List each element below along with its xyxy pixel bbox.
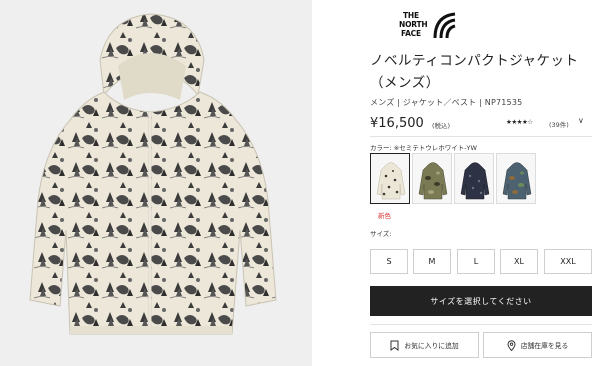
logo-text-line-3: FACE [401,29,421,38]
jacket-thumbnail-icon [497,154,535,203]
new-color-badge: 新色 [378,212,391,220]
product-title-line-2: （メンズ） [370,75,440,91]
size-option-l[interactable]: L [457,249,495,274]
color-swatch-olive-camo[interactable] [412,153,452,204]
bookmark-icon [390,340,399,351]
divider [370,324,592,325]
logo-text-line-1: THE [403,11,419,20]
rating-count[interactable]: (39件) [549,119,569,129]
product-title-line-1: ノベルティコンパクトジャケット [370,53,579,69]
brand-logo[interactable]: THE NORTH FACE [395,8,457,44]
add-to-favorites-button[interactable]: お気に入りに追加 [370,332,479,358]
product-breadcrumb: メンズ | ジャケット／ベスト | NP71535 [370,98,523,107]
location-pin-icon [507,339,516,351]
add-to-favorites-label: お気に入りに追加 [404,342,459,350]
product-title: ノベルティコンパクトジャケット （メンズ） [370,50,592,94]
rating-stars-icon[interactable]: ★★★★☆ [506,118,533,126]
size-option-xl[interactable]: XL [500,249,538,274]
jacket-thumbnail-icon [455,154,493,203]
store-stock-label: 店舗在庫を見る [520,342,569,350]
jacket-illustration [29,13,277,335]
product-price: ¥16,500 [370,116,424,131]
chevron-down-icon[interactable]: ∨ [578,116,584,125]
size-option-s[interactable]: S [370,249,408,274]
jacket-thumbnail-icon [413,154,451,203]
color-swatch-navy-print[interactable] [454,153,494,204]
product-image[interactable] [0,0,312,366]
jacket-thumbnail-icon [371,154,409,203]
logo-text-line-2: NORTH [399,20,428,29]
size-label: サイズ: [370,230,392,238]
size-option-m[interactable]: M [413,249,451,274]
color-swatch-white-print[interactable] [370,153,410,204]
select-size-button[interactable]: サイズを選択してください [370,286,592,316]
price-tax-label: (税込) [432,122,451,130]
color-label: カラー: ※セミテトウレホワイト-YW [370,144,477,152]
color-swatch-blue-camo[interactable] [496,153,536,204]
divider [370,136,592,137]
size-option-xxl[interactable]: XXL [544,249,592,274]
store-stock-button[interactable]: 店舗在庫を見る [483,332,592,358]
